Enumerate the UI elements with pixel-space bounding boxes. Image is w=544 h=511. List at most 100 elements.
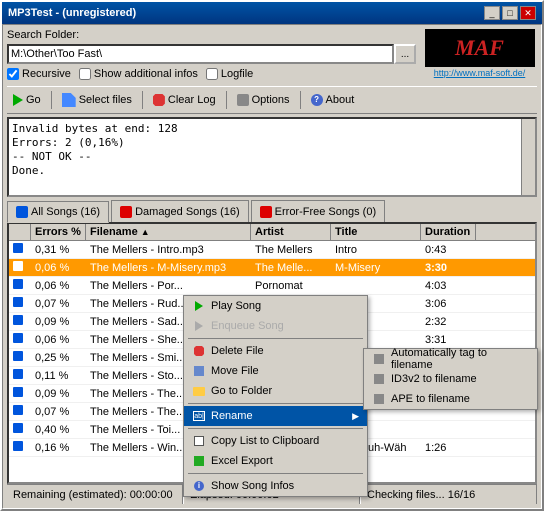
table-row[interactable]: 0,31 % The Mellers - Intro.mp3 The Melle… — [9, 241, 535, 259]
go-button[interactable]: Go — [7, 89, 47, 111]
recursive-checkbox-label[interactable]: Recursive — [7, 68, 71, 80]
tab-error-free-songs[interactable]: Error-Free Songs (0) — [251, 200, 385, 222]
clear-log-button[interactable]: Clear Log — [147, 89, 222, 111]
log-line-1: Invalid bytes at end: 128 — [12, 122, 532, 136]
row-icon-blue — [13, 261, 23, 271]
sort-indicator: ▲ — [141, 227, 150, 237]
title-bar: MP3Test - (unregistered) _ □ ✕ — [2, 2, 542, 24]
ctx-sep-4 — [188, 473, 363, 474]
ctx-delete-file[interactable]: Delete File — [184, 341, 367, 361]
logfile-checkbox-label[interactable]: Logfile — [206, 68, 253, 80]
copy-list-icon — [192, 434, 206, 448]
options-icon — [237, 94, 249, 106]
logo-area: MAF http://www.maf-soft.de/ — [422, 29, 537, 79]
ctx-excel-export[interactable]: Excel Export — [184, 451, 367, 471]
options-button[interactable]: Options — [231, 89, 296, 111]
toolbar-separator-3 — [226, 91, 227, 109]
table-row[interactable]: 0,06 % The Mellers - Por... Pornomat 4:0… — [9, 277, 535, 295]
enqueue-icon — [192, 319, 206, 333]
show-additional-checkbox-label[interactable]: Show additional infos — [79, 68, 198, 80]
delete-icon — [192, 344, 206, 358]
ctx-goto-folder[interactable]: Go to Folder — [184, 381, 367, 401]
tab-error-free-songs-icon — [260, 206, 272, 218]
folder-icon — [192, 384, 206, 398]
search-folder-section: Search Folder: ... Recursive — [7, 29, 416, 83]
auto-tag-icon — [372, 352, 386, 366]
row-icon-blue — [13, 441, 23, 451]
window-controls: _ □ ✕ — [484, 6, 536, 20]
col-header-title[interactable]: Title — [331, 224, 421, 240]
table-row[interactable]: 0,06 % The Mellers - M-Misery.mp3 The Me… — [9, 259, 535, 277]
logfile-checkbox[interactable] — [206, 68, 218, 80]
logo-url[interactable]: http://www.maf-soft.de/ — [432, 67, 528, 79]
select-files-icon — [62, 93, 76, 107]
row-icon-blue — [13, 369, 23, 379]
ctx-move-file[interactable]: Move File — [184, 361, 367, 381]
maximize-button[interactable]: □ — [502, 6, 518, 20]
row-icon-blue — [13, 387, 23, 397]
col-header-icon[interactable] — [9, 224, 31, 240]
about-icon: ? — [311, 94, 323, 106]
main-window: MP3Test - (unregistered) _ □ ✕ Search Fo… — [0, 0, 544, 511]
ctx-sep-1 — [188, 338, 363, 339]
row-icon-blue — [13, 279, 23, 289]
recursive-checkbox[interactable] — [7, 68, 19, 80]
status-checking: Checking files... 16/16 — [360, 485, 537, 504]
row-icon-blue — [13, 297, 23, 307]
context-menu: Play Song Enqueue Song Delete File Move … — [183, 295, 368, 497]
folder-input[interactable] — [7, 44, 394, 64]
search-folder-row: Search Folder: — [7, 29, 416, 41]
col-header-errors[interactable]: Errors % — [31, 224, 86, 240]
logo-text: MAF — [455, 35, 504, 61]
col-header-duration[interactable]: Duration — [421, 224, 476, 240]
col-header-artist[interactable]: Artist — [251, 224, 331, 240]
clear-log-icon — [153, 94, 165, 106]
toolbar-separator-4 — [300, 91, 301, 109]
browse-button[interactable]: ... — [394, 44, 416, 64]
toolbar-separator-2 — [142, 91, 143, 109]
col-header-filename[interactable]: Filename ▲ — [86, 224, 251, 240]
row-icon-blue — [13, 315, 23, 325]
id3v2-icon — [372, 372, 386, 386]
submenu-id3v2[interactable]: ID3v2 to filename — [364, 369, 537, 389]
ctx-rename[interactable]: ab| Rename ▶ — [184, 406, 367, 426]
rename-icon: ab| — [192, 409, 206, 423]
move-icon — [192, 364, 206, 378]
row-icon-blue — [13, 351, 23, 361]
ctx-play-song[interactable]: Play Song — [184, 296, 367, 316]
tabs-row: All Songs (16) Damaged Songs (16) Error-… — [7, 200, 537, 222]
minimize-button[interactable]: _ — [484, 6, 500, 20]
log-line-4: Done. — [12, 164, 532, 178]
ctx-sep-2 — [188, 403, 363, 404]
show-additional-checkbox[interactable] — [79, 68, 91, 80]
row-icon-blue — [13, 405, 23, 415]
toolbar-separator-1 — [51, 91, 52, 109]
log-area: Invalid bytes at end: 128 Errors: 2 (0,1… — [7, 117, 537, 197]
status-remaining: Remaining (estimated): 00:00:00 — [7, 485, 183, 504]
tab-all-songs[interactable]: All Songs (16) — [7, 201, 109, 223]
search-folder-label: Search Folder: — [7, 29, 79, 41]
ctx-show-song-infos[interactable]: i Show Song Infos — [184, 476, 367, 496]
row-icon-blue — [13, 423, 23, 433]
about-button[interactable]: ? About — [305, 89, 361, 111]
table-header: Errors % Filename ▲ Artist Title Duratio… — [9, 224, 535, 241]
submenu-arrow: ▶ — [352, 411, 359, 422]
ctx-sep-3 — [188, 428, 363, 429]
row-icon-blue — [13, 243, 23, 253]
select-files-button[interactable]: Select files — [56, 89, 138, 111]
submenu-auto-tag[interactable]: Automatically tag to filename — [364, 349, 537, 369]
options-row: Recursive Show additional infos Logfile — [7, 68, 416, 80]
info-icon: i — [192, 479, 206, 493]
ctx-enqueue-song: Enqueue Song — [184, 316, 367, 336]
log-line-2: Errors: 2 (0,16%) — [12, 136, 532, 150]
log-line-3: -- NOT OK -- — [12, 150, 532, 164]
submenu-ape[interactable]: APE to filename — [364, 389, 537, 409]
window-title: MP3Test - (unregistered) — [8, 7, 136, 19]
close-button[interactable]: ✕ — [520, 6, 536, 20]
toolbar: Go Select files Clear Log Options ? Abou… — [7, 86, 537, 114]
log-scrollbar[interactable] — [521, 119, 535, 195]
ctx-copy-list[interactable]: Copy List to Clipboard — [184, 431, 367, 451]
go-icon — [13, 94, 23, 106]
tab-damaged-songs[interactable]: Damaged Songs (16) — [111, 200, 249, 222]
tab-damaged-songs-icon — [120, 206, 132, 218]
